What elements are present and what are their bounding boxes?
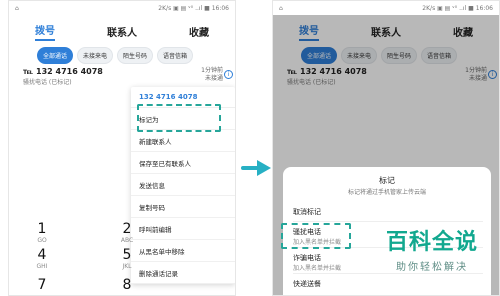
key-4-letters: GHI — [36, 263, 48, 270]
filter-voicemail[interactable]: 语音信箱 — [157, 47, 194, 64]
top-tabs: 拨号 联系人 收藏 — [9, 19, 235, 43]
brand-main: 百科全说 — [385, 230, 478, 255]
menu-item-delete-log[interactable]: 删除通话记录 — [131, 262, 235, 284]
menu-item-copy-number[interactable]: 复制号码 — [131, 196, 235, 218]
filter-all-calls[interactable]: 全部通话 — [37, 47, 74, 64]
sheet-subtitle: 标记将通过手机管家上传云端 — [347, 189, 426, 196]
key-8[interactable]: 8 — [112, 277, 142, 293]
key-8-digit: 8 — [122, 277, 132, 293]
phone-screen-left: ⌂ 2K/s ▣ ▤ ᵛ⁰ ..ıl ■ 16:06 拨号 联系人 收藏 全部通… — [8, 0, 236, 296]
key-2[interactable]: 2 ABC — [112, 221, 142, 244]
option-fraud-label: 诈骗电话 — [293, 254, 321, 262]
sheet-title: 标记 — [379, 176, 395, 185]
key-1-digit: 1 — [37, 221, 47, 237]
key-5-digit: 5 — [122, 247, 132, 263]
filter-row: 全部通话 未接来电 陌生号码 语音信箱 — [37, 47, 194, 64]
key-7[interactable]: 7 — [27, 277, 57, 293]
key-2-letters: ABC — [120, 237, 134, 244]
tutorial-canvas: ⌂ 2K/s ▣ ▤ ᵛ⁰ ..ıl ■ 16:06 拨号 联系人 收藏 全部通… — [0, 0, 500, 296]
tab-dial[interactable]: 拨号 — [35, 22, 55, 41]
key-1-letters: GO — [37, 237, 47, 244]
key-5-letters: JKL — [122, 263, 132, 270]
key-1[interactable]: 1 GO — [27, 221, 57, 244]
menu-item-edit-before-call[interactable]: 呼叫前编辑 — [131, 218, 235, 240]
option-cancel-mark[interactable]: 取消标记 — [293, 207, 483, 217]
brand-sub: 助你轻松解决 — [396, 262, 468, 273]
key-4-digit: 4 — [37, 247, 47, 263]
home-icon-right: ⌂ — [279, 4, 283, 12]
call-time: 1分钟前 — [201, 67, 223, 74]
status-text: 2K/s ▣ ▤ ᵛ⁰ ..ıl ■ 16:06 — [158, 4, 229, 12]
highlight-mark-as — [137, 104, 221, 132]
call-tag: 骚扰电话 (已标记) — [23, 79, 72, 86]
status-bar: ⌂ 2K/s ▣ ▤ ᵛ⁰ ..ıl ■ 16:06 — [9, 1, 235, 15]
key-4[interactable]: 4 GHI — [27, 247, 57, 270]
right-arrow-icon — [241, 160, 271, 176]
menu-item-new-contact[interactable]: 新建联系人 — [131, 130, 235, 152]
status-text-right: 2K/s ▣ ▤ ᵛ⁰ ..ıl ■ 16:06 — [422, 4, 493, 12]
option-delivery[interactable]: 快递送餐 — [293, 279, 483, 289]
filter-unknown[interactable]: 陌生号码 — [117, 47, 154, 64]
filter-missed[interactable]: 未接来电 — [77, 47, 114, 64]
call-log-entry[interactable]: ℡ 132 4716 4078 骚扰电话 (已标记) 1分钟前 未接通 i — [23, 67, 233, 86]
key-7-digit: 7 — [37, 277, 47, 293]
option-cancel-mark-label: 取消标记 — [293, 208, 321, 216]
key-2-digit: 2 — [122, 221, 132, 237]
status-bar-right: ⌂ 2K/s ▣ ▤ ᵛ⁰ ..ıl ■ 16:06 — [273, 1, 499, 15]
call-number: ℡ 132 4716 4078 — [23, 67, 103, 76]
brand-watermark: 百科全说 助你轻松解决 — [362, 224, 500, 273]
call-meta: 1分钟前 未接通 — [201, 67, 223, 83]
home-icon: ⌂ — [15, 4, 19, 12]
call-status: 未接通 — [204, 75, 223, 82]
tab-contacts[interactable]: 联系人 — [107, 24, 137, 39]
tab-favorites[interactable]: 收藏 — [189, 24, 209, 39]
highlight-harassment — [281, 223, 351, 249]
menu-item-save-existing[interactable]: 保存至已有联系人 — [131, 152, 235, 174]
option-delivery-label: 快递送餐 — [293, 280, 321, 288]
menu-item-remove-blacklist[interactable]: 从黑名单中移除 — [131, 240, 235, 262]
menu-item-send-message[interactable]: 发送信息 — [131, 174, 235, 196]
info-icon[interactable]: i — [224, 70, 233, 79]
key-5[interactable]: 5 JKL — [112, 247, 142, 270]
